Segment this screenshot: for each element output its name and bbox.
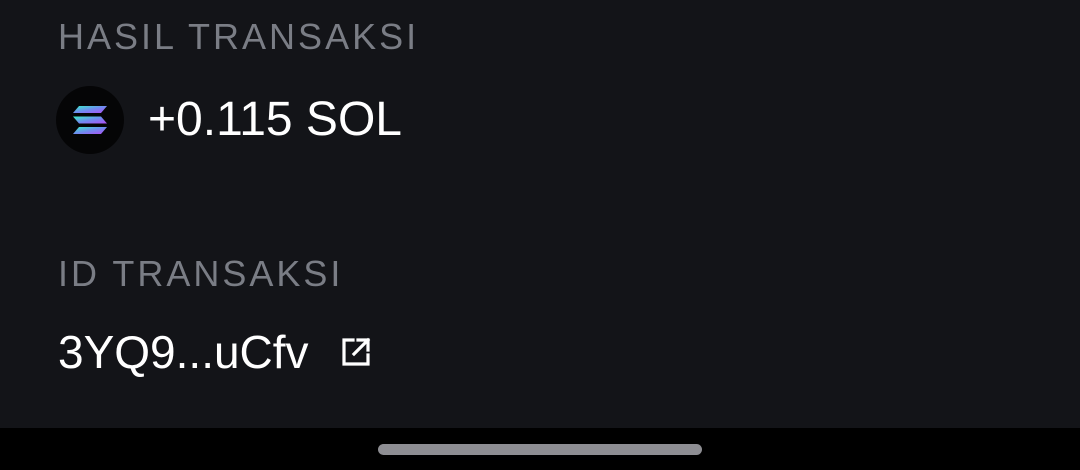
home-indicator[interactable]	[378, 444, 702, 455]
transaction-details-screen: HASIL TRANSAKSI +0.115 SOL ID TRANSAKSI …	[0, 0, 1080, 428]
transaction-id-label: ID TRANSAKSI	[58, 253, 344, 294]
transaction-id-row[interactable]: 3YQ9...uCfv	[58, 328, 373, 376]
system-navigation-bar	[0, 428, 1080, 470]
solana-token-avatar	[56, 86, 124, 154]
transaction-amount: +0.115 SOL	[148, 93, 402, 146]
transaction-id-value[interactable]: 3YQ9...uCfv	[58, 329, 309, 375]
open-explorer-button[interactable]	[339, 335, 373, 369]
solana-logo-icon	[73, 106, 107, 134]
transaction-result-row: +0.115 SOL	[56, 86, 402, 154]
transaction-result-label: HASIL TRANSAKSI	[58, 16, 420, 57]
external-link-icon	[341, 337, 370, 366]
